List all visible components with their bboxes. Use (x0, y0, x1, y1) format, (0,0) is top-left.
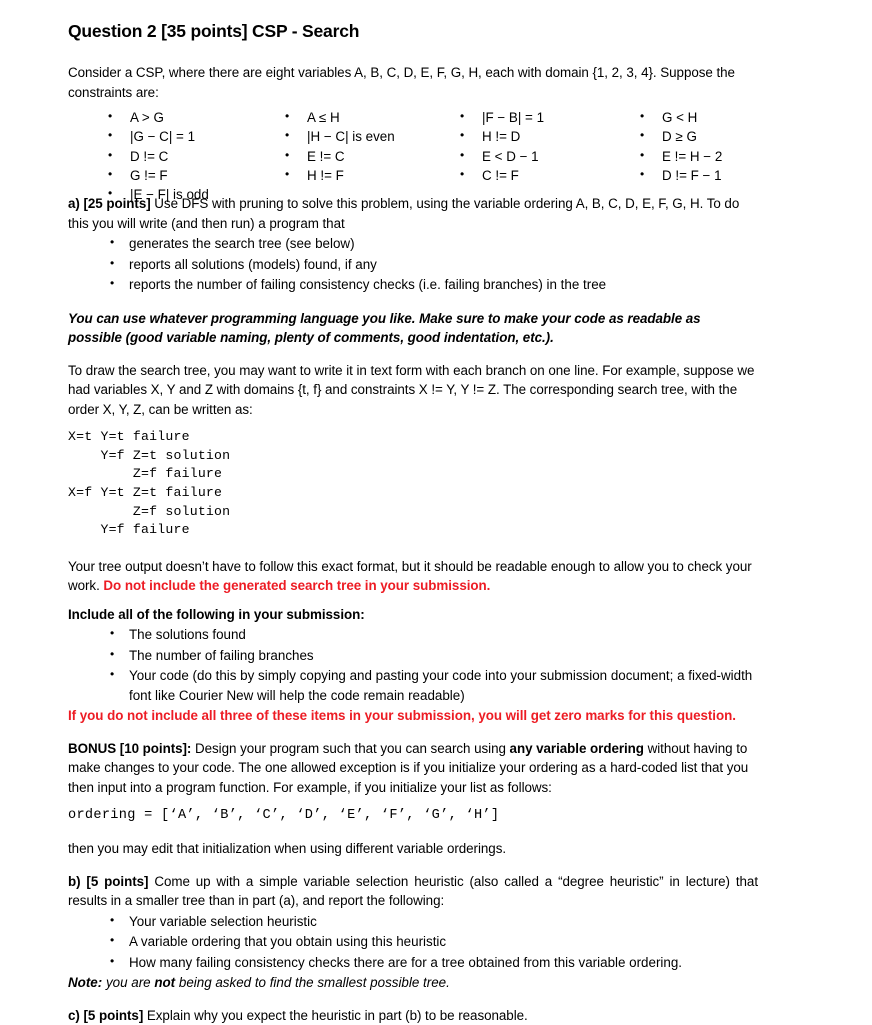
constraint-item: H != F (285, 165, 395, 185)
constraint-item: E != H − 2 (640, 146, 722, 166)
constraint-item: D != C (108, 146, 209, 166)
part-b-note: Note: you are not being asked to find th… (68, 973, 758, 993)
constraints-grid: A > G |G − C| = 1 D != C G != F |E − F| … (68, 107, 758, 203)
submission-bullet-list: The solutions found The number of failin… (68, 624, 758, 705)
part-c-paragraph: c) [5 points] Explain why you expect the… (68, 1006, 758, 1025)
constraint-item: G < H (640, 107, 722, 127)
constraint-item: D ≥ G (640, 126, 722, 146)
part-b-text: Come up with a simple variable selection… (68, 873, 758, 909)
note-label: Note: (68, 975, 103, 991)
constraint-item: A > G (108, 107, 209, 127)
constraint-item: A ≤ H (285, 107, 395, 127)
document-page: Question 2 [35 points] CSP - Search Cons… (0, 0, 872, 1024)
constraints-column-3: |F − B| = 1 H != D E < D − 1 C != F (460, 107, 544, 185)
search-tree-example-block: X=t Y=t failure Y=f Z=t solution Z=f fai… (68, 428, 758, 540)
constraints-column-1: A > G |G − C| = 1 D != C G != F |E − F| … (108, 107, 209, 204)
part-c-text: Explain why you expect the heuristic in … (143, 1007, 528, 1023)
document-content: Question 2 [35 points] CSP - Search Cons… (68, 21, 758, 1025)
constraints-column-4: G < H D ≥ G E != H − 2 D != F − 1 (640, 107, 722, 185)
note-bold-word: not (154, 975, 176, 991)
part-a-emphasis: You can use whatever programming languag… (68, 310, 701, 346)
note-text-2: being asked to find the smallest possibl… (175, 975, 450, 991)
constraint-item: |G − C| = 1 (108, 126, 209, 146)
constraint-item: E != C (285, 146, 395, 166)
bonus-closing: then you may edit that initialization wh… (68, 841, 507, 857)
list-item: The number of failing branches (110, 645, 758, 666)
constraint-item: |E − F| is odd (108, 184, 209, 204)
note-text-1: you are (102, 975, 155, 991)
constraint-item: G != F (108, 165, 209, 185)
constraint-item: |H − C| is even (285, 126, 395, 146)
part-b-bullet-list: Your variable selection heuristic A vari… (68, 911, 758, 973)
tree-note-warning: Do not include the generated search tree… (103, 578, 491, 594)
constraint-item: C != F (460, 165, 544, 185)
list-item: A variable ordering that you obtain usin… (110, 931, 758, 952)
list-item: Your code (do this by simply copying and… (110, 665, 758, 705)
search-tree-example: X=t Y=t failure Y=f Z=t solution Z=f fai… (68, 429, 231, 538)
ordering-code-line: ordering = [‘A’, ‘B’, ‘C’, ‘D’, ‘E’, ‘F’… (68, 808, 500, 824)
constraint-item: H != D (460, 126, 544, 146)
constraints-column-2: A ≤ H |H − C| is even E != C H != F (285, 107, 395, 185)
constraint-item: D != F − 1 (640, 165, 722, 185)
list-item: reports the number of failing consistenc… (110, 274, 758, 295)
part-c-label: c) [5 points] (68, 1007, 144, 1023)
bonus-label: BONUS [10 points]: (68, 740, 192, 756)
list-item: reports all solutions (models) found, if… (110, 254, 758, 275)
part-a-bullet-list: generates the search tree (see below) re… (68, 233, 758, 295)
list-item: The solutions found (110, 624, 758, 645)
list-item: generates the search tree (see below) (110, 233, 758, 254)
submission-heading: Include all of the following in your sub… (68, 606, 365, 622)
page-title: Question 2 [35 points] CSP - Search (68, 21, 360, 41)
list-item: How many failing consistency checks ther… (110, 952, 758, 973)
submission-warning: If you do not include all three of these… (68, 708, 736, 724)
bonus-text-before: Design your program such that you can se… (191, 740, 510, 756)
part-b-label: b) [5 points] (68, 873, 149, 889)
constraint-item: E < D − 1 (460, 146, 544, 166)
constraint-item: |F − B| = 1 (460, 107, 544, 127)
part-b-paragraph: b) [5 points] Come up with a simple vari… (68, 872, 758, 911)
intro-paragraph: Consider a CSP, where there are eight va… (68, 65, 735, 100)
bonus-bold-phrase: any variable ordering (509, 740, 644, 756)
tree-intro-paragraph: To draw the search tree, you may want to… (68, 362, 755, 417)
bonus-paragraph: BONUS [10 points]: Design your program s… (68, 739, 758, 798)
tree-note-paragraph: Your tree output doesn’t have to follow … (68, 557, 758, 596)
list-item: Your variable selection heuristic (110, 911, 758, 932)
